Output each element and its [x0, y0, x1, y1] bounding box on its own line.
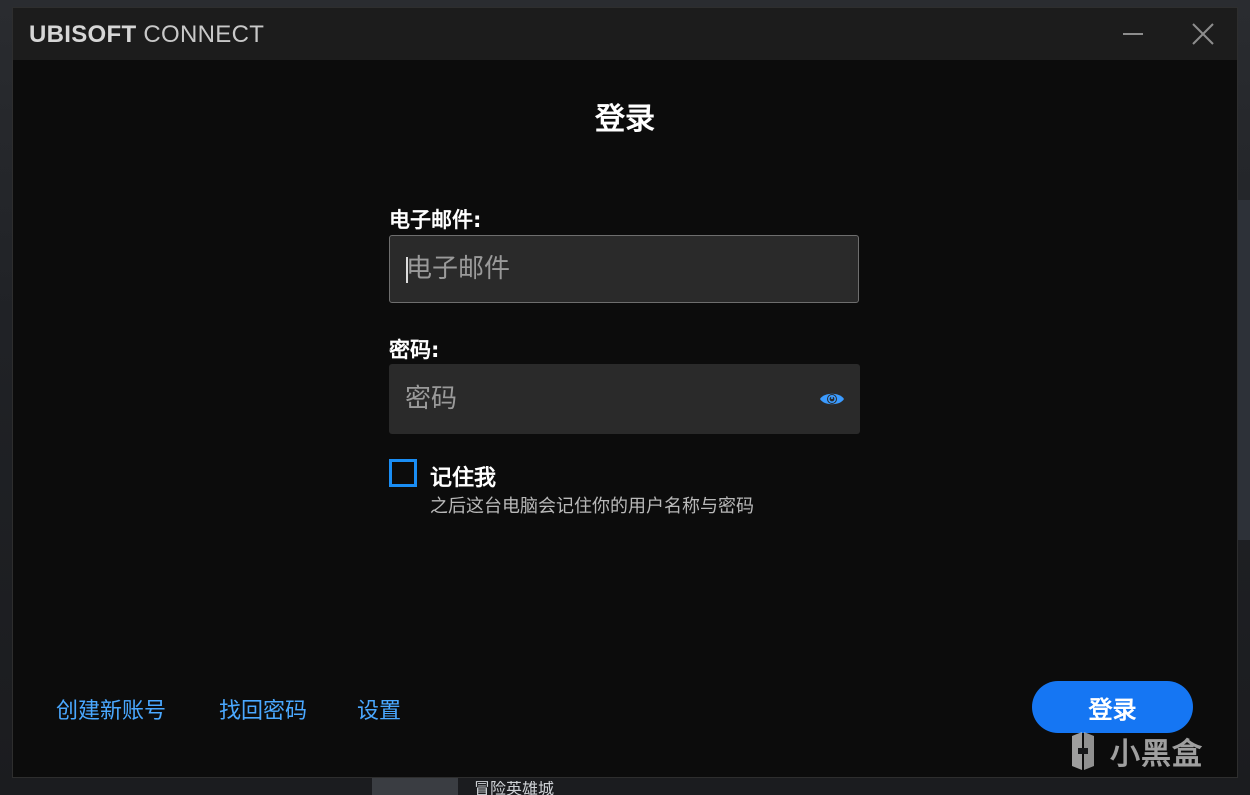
brand-light: CONNECT [136, 21, 265, 48]
password-label: 密码: [389, 338, 440, 362]
background-panel [1236, 200, 1250, 540]
xiaoheihe-logo-icon [1072, 732, 1094, 770]
background-peek-text: 冒险英雄城 [474, 781, 555, 795]
close-button[interactable] [1183, 16, 1223, 52]
login-window: UBISOFT CONNECT 登录 电子邮件: 密码: 记住我 之后这台电脑会… [13, 8, 1237, 777]
app-brand: UBISOFT CONNECT [29, 21, 264, 49]
remember-me-checkbox[interactable] [389, 459, 417, 487]
settings-link[interactable]: 设置 [357, 693, 401, 725]
background-thumbnail [372, 778, 458, 795]
create-account-link[interactable]: 创建新账号 [56, 693, 166, 725]
email-label: 电子邮件: [389, 208, 482, 232]
brand-bold: UBISOFT [29, 21, 137, 48]
minimize-button[interactable] [1113, 16, 1153, 52]
password-field-container[interactable] [389, 364, 860, 434]
eye-icon[interactable] [819, 389, 845, 409]
remember-me-hint: 之后这台电脑会记住你的用户名称与密码 [430, 496, 754, 517]
password-field[interactable] [405, 364, 825, 434]
recover-password-link[interactable]: 找回密码 [219, 693, 307, 725]
watermark: 小黑盒 [1062, 726, 1203, 776]
email-field-container[interactable] [389, 235, 859, 303]
email-field[interactable] [406, 236, 826, 302]
minimize-icon [1123, 33, 1143, 35]
remember-me-label[interactable]: 记住我 [430, 460, 496, 492]
title-bar[interactable]: UBISOFT CONNECT [13, 8, 1237, 60]
watermark-text: 小黑盒 [1110, 737, 1203, 772]
close-icon [1192, 23, 1214, 45]
page-title: 登录 [595, 102, 655, 137]
